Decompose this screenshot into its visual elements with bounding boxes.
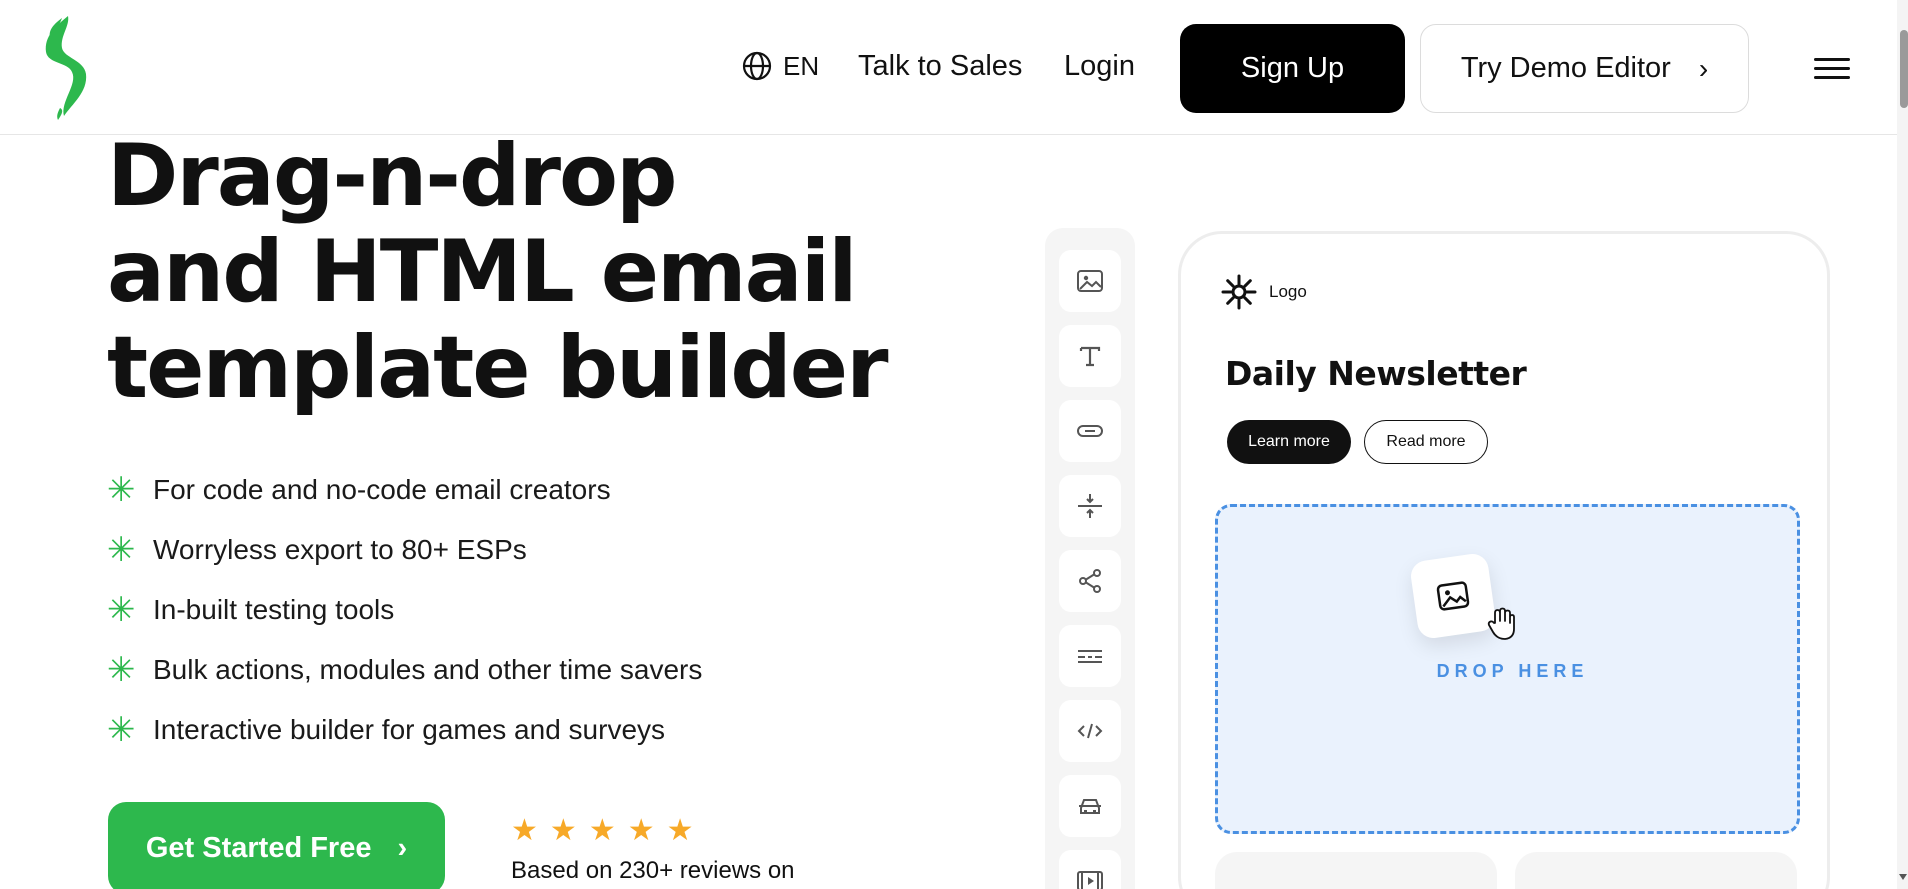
hamburger-menu-icon[interactable] — [1814, 58, 1850, 80]
learn-more-button[interactable]: Learn more — [1227, 420, 1351, 464]
spacer-icon — [1078, 494, 1102, 518]
hero-title-line: Drag-n-drop — [107, 126, 678, 226]
star-icon: ★ — [588, 814, 616, 847]
text-icon — [1079, 346, 1101, 367]
get-started-free-button[interactable]: Get Started Free › — [108, 802, 445, 889]
grab-hand-icon — [1487, 607, 1515, 640]
chevron-right-icon: › — [397, 831, 408, 864]
brand-logo[interactable] — [38, 12, 96, 120]
email-logo-label: Logo — [1269, 282, 1307, 301]
sign-up-label: Sign Up — [1240, 52, 1345, 84]
dragged-image-block[interactable] — [1408, 551, 1498, 641]
feature-text: Worryless export to 80+ ESPs — [153, 534, 527, 565]
tool-divider[interactable] — [1059, 625, 1121, 687]
asterisk-icon: ✳ — [107, 531, 136, 569]
feature-item: ✳ Bulk actions, modules and other time s… — [107, 640, 702, 700]
placeholder-block — [1215, 852, 1497, 889]
reviews-text: Based on 230+ reviews on — [511, 857, 795, 884]
chevron-right-icon: › — [1698, 52, 1709, 84]
asterisk-icon: ✳ — [107, 651, 136, 689]
image-icon — [1436, 581, 1470, 611]
hero-title: Drag-n-drop and HTML email template buil… — [107, 126, 889, 418]
language-label: EN — [783, 50, 820, 81]
feature-item: ✳ Interactive builder for games and surv… — [107, 700, 702, 760]
tool-html[interactable] — [1059, 700, 1121, 762]
tool-spacer[interactable] — [1059, 475, 1121, 537]
globe-icon — [742, 51, 772, 81]
tool-text[interactable] — [1059, 325, 1121, 387]
read-more-button[interactable]: Read more — [1364, 420, 1488, 464]
feature-item: ✳ Worryless export to 80+ ESPs — [107, 520, 702, 580]
tool-image[interactable] — [1059, 250, 1121, 312]
feature-list: ✳ For code and no-code email creators ✳ … — [107, 460, 702, 760]
tool-video[interactable] — [1059, 850, 1121, 889]
site-header: EN Talk to Sales Login Sign Up Try Demo … — [0, 0, 1897, 135]
feature-text: Interactive builder for games and survey… — [153, 714, 666, 745]
asterisk-icon: ✳ — [107, 591, 136, 629]
drop-zone[interactable]: DROP HERE — [1215, 504, 1800, 834]
feature-text: For code and no-code email creators — [153, 474, 611, 505]
scroll-down-arrow-icon[interactable] — [1899, 874, 1907, 880]
feature-item: ✳ For code and no-code email creators — [107, 460, 702, 520]
email-preview-card: Logo Daily Newsletter Learn more Read mo… — [1178, 231, 1830, 889]
tool-social[interactable] — [1059, 550, 1121, 612]
review-rating: ★ ★ ★ ★ ★ Based on 230+ reviews on — [511, 815, 795, 885]
email-title: Daily Newsletter — [1225, 354, 1527, 393]
star-icon: ★ — [511, 814, 538, 847]
video-icon — [1077, 871, 1103, 889]
sign-up-button[interactable]: Sign Up — [1180, 24, 1405, 113]
feature-item: ✳ In-built testing tools — [107, 580, 702, 640]
divider-icon — [1078, 650, 1102, 663]
star-icon: ★ — [627, 814, 655, 847]
tool-amp[interactable] — [1059, 775, 1121, 837]
language-selector[interactable]: EN — [741, 50, 819, 82]
asterisk-icon: ✳ — [107, 711, 136, 749]
placeholder-block — [1515, 852, 1797, 889]
feature-text: In-built testing tools — [153, 594, 395, 625]
code-icon — [1077, 723, 1103, 739]
image-icon — [1077, 270, 1103, 292]
drop-here-label: DROP HERE — [1436, 661, 1589, 681]
get-started-label: Get Started Free — [145, 831, 372, 864]
sunburst-icon — [1221, 274, 1257, 310]
asterisk-icon: ✳ — [107, 471, 136, 509]
try-demo-label: Try Demo Editor — [1460, 52, 1671, 84]
star-icon: ★ — [549, 814, 577, 847]
email-logo: Logo — [1221, 274, 1307, 310]
button-icon — [1077, 425, 1103, 437]
tool-button[interactable] — [1059, 400, 1121, 462]
try-demo-editor-button[interactable]: Try Demo Editor › — [1420, 24, 1749, 113]
share-icon — [1079, 569, 1101, 593]
amp-icon — [1079, 799, 1101, 814]
scrollbar-thumb[interactable] — [1900, 30, 1908, 108]
star-icon: ★ — [666, 814, 694, 847]
block-toolbar — [1045, 228, 1135, 889]
scrollbar-track[interactable] — [1897, 0, 1908, 889]
feature-text: Bulk actions, modules and other time sav… — [153, 654, 703, 685]
hero-title-line: and HTML email — [107, 222, 858, 322]
hero-title-line: template builder — [107, 318, 889, 418]
rating-stars: ★ ★ ★ ★ ★ — [511, 815, 795, 847]
talk-to-sales-link[interactable]: Talk to Sales — [858, 50, 1022, 83]
login-link[interactable]: Login — [1064, 50, 1135, 83]
